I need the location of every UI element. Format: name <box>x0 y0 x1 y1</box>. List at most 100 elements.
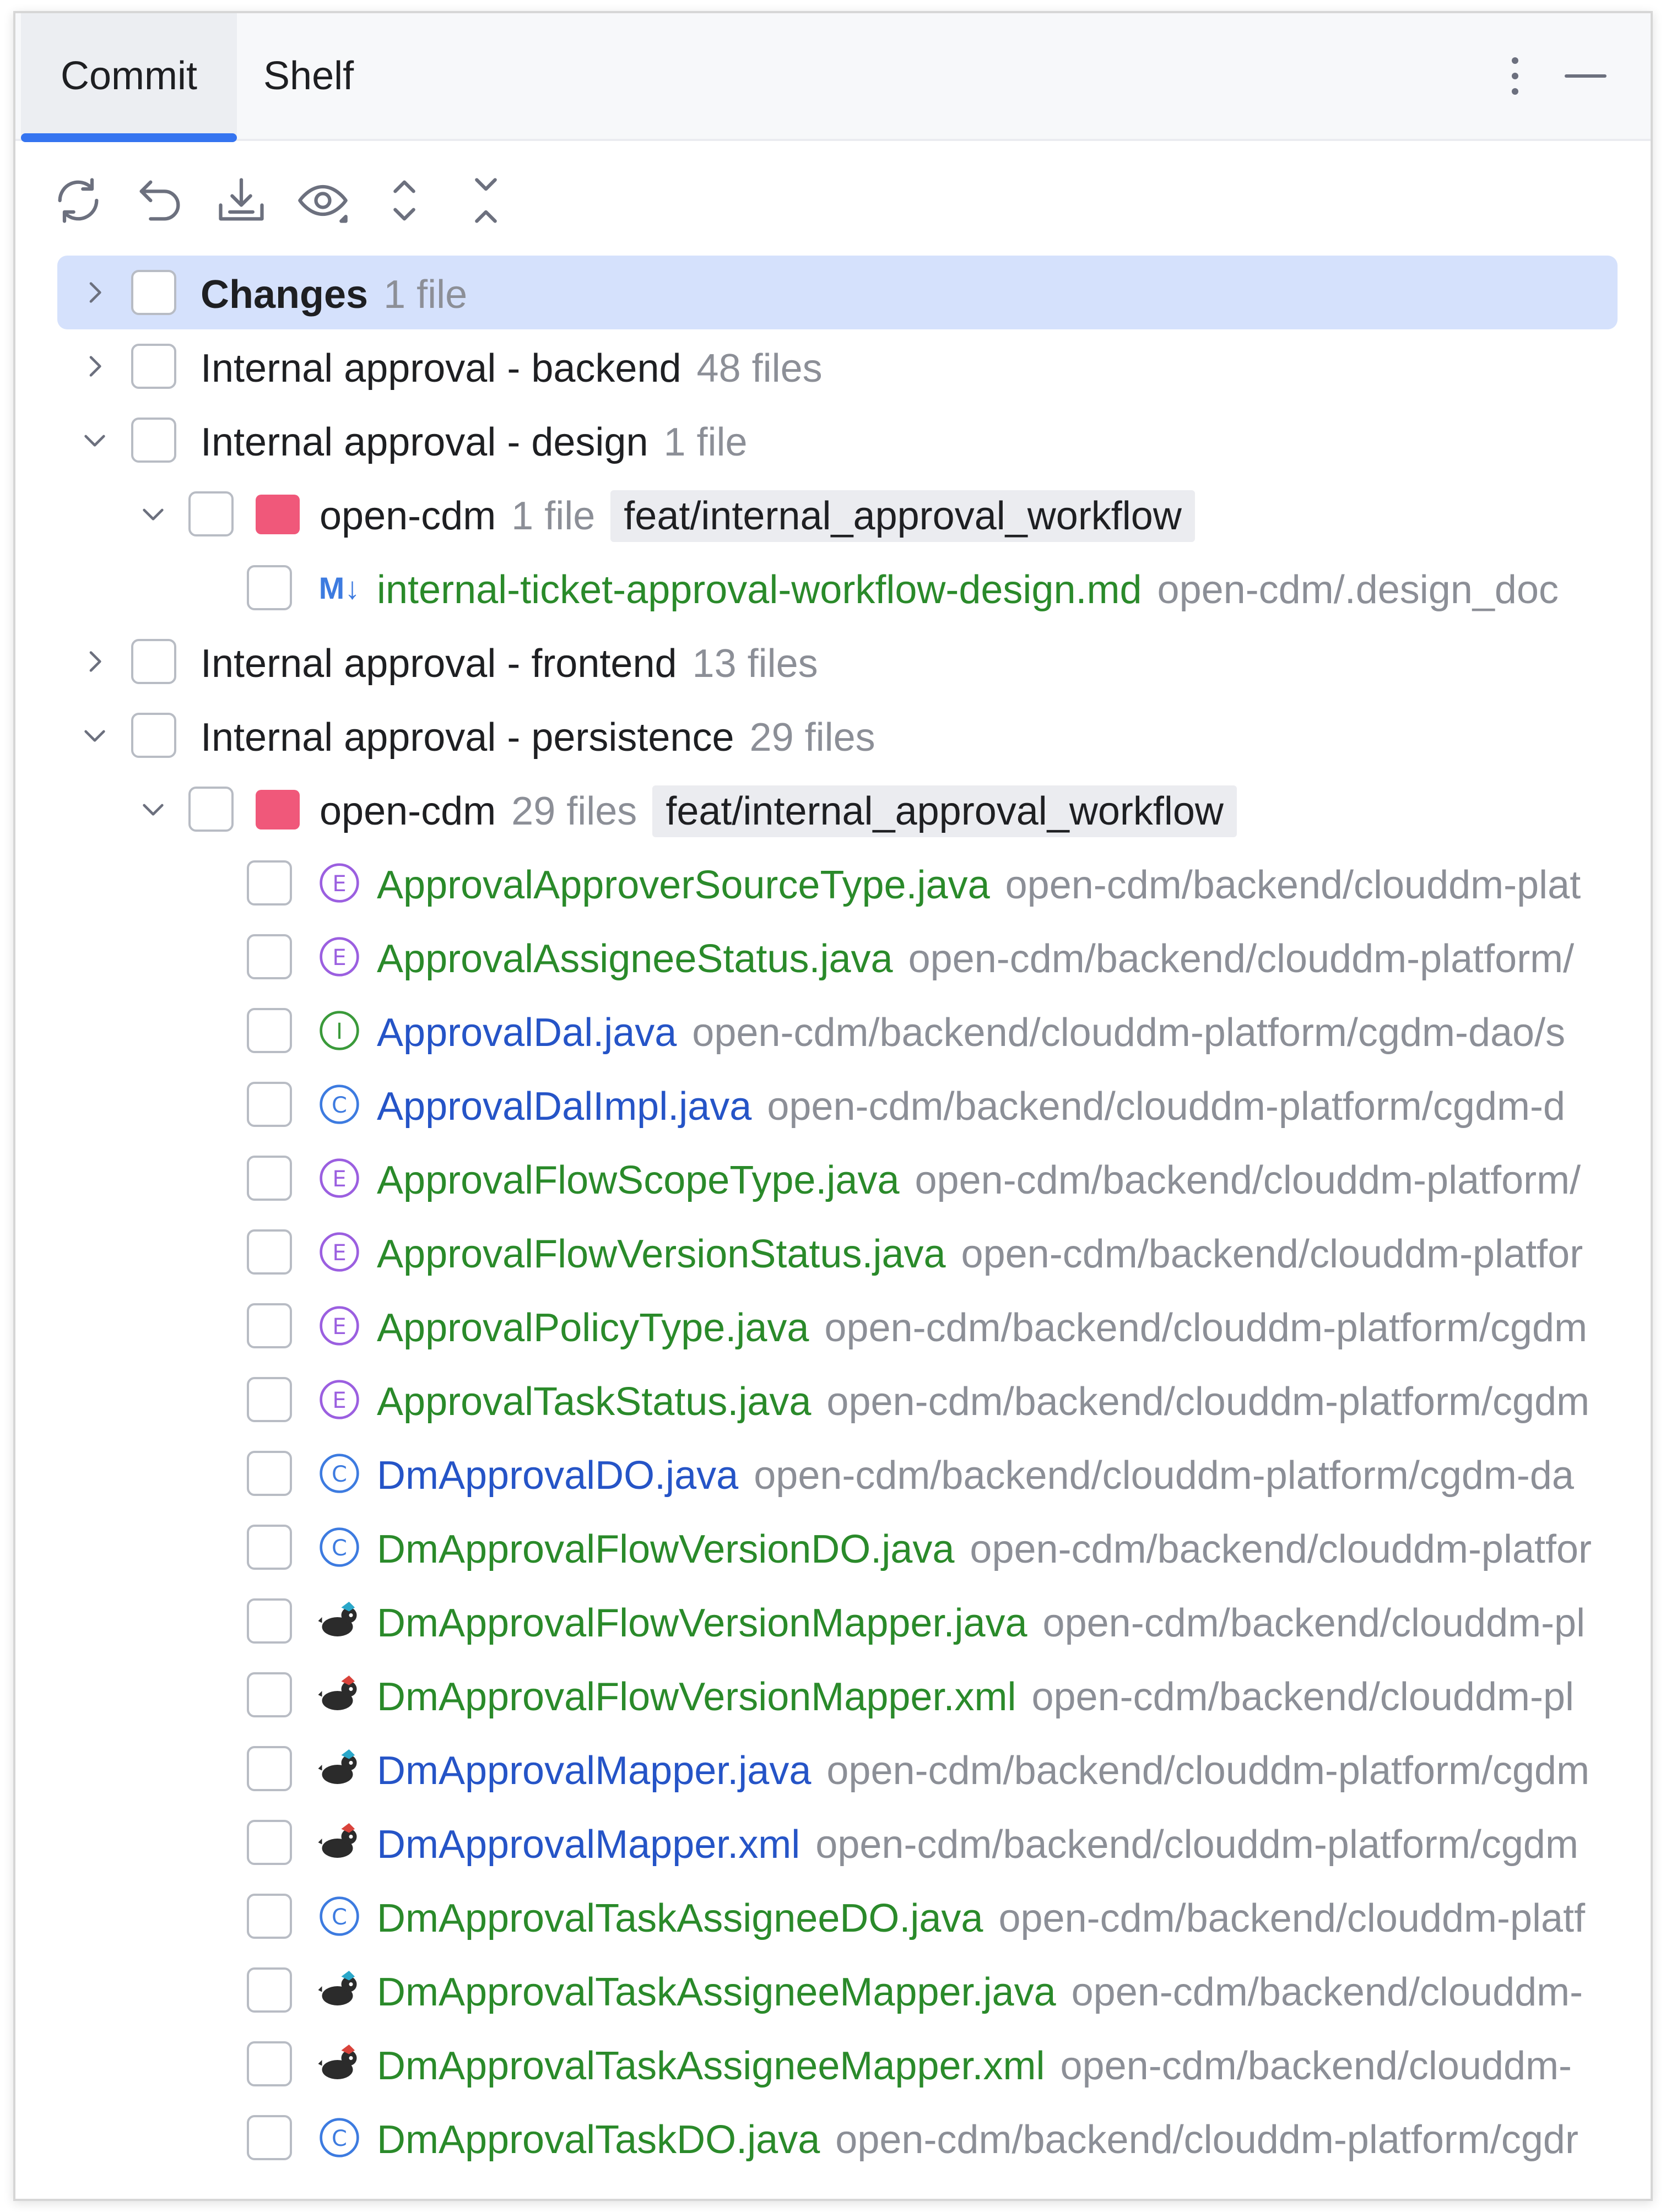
svg-text:E: E <box>332 1167 346 1192</box>
checkbox[interactable] <box>247 1598 292 1644</box>
view-options-icon[interactable] <box>293 171 353 230</box>
change-list-row[interactable]: Internal approval - persistence 29 files <box>15 698 1651 772</box>
file-label: DmApprovalTaskAssigneeDO.java open-cdm/ba… <box>377 1896 1585 1941</box>
checkbox[interactable] <box>247 1082 292 1127</box>
minimize-icon[interactable] <box>1565 74 1606 78</box>
file-row[interactable]: C DmApprovalTaskDO.java open-cdm/backend/c… <box>15 2101 1651 2175</box>
checkbox[interactable] <box>247 934 292 979</box>
file-row[interactable]: E ApprovalAssigneeStatus.java open-cdm/bac… <box>15 920 1651 994</box>
checkbox[interactable] <box>247 1377 292 1422</box>
file-row[interactable]: E ApprovalFlowVersionStatus.java open-cdm/… <box>15 1215 1651 1289</box>
class-icon: C <box>316 1893 363 1939</box>
expand-all-icon[interactable] <box>375 171 434 230</box>
svg-text:E: E <box>332 1314 346 1340</box>
change-list-row[interactable]: Internal approval - design 1 file <box>15 403 1651 477</box>
file-row[interactable]: DmApprovalMapper.xml open-cdm/backend/clo… <box>15 1806 1651 1879</box>
chevron-down-icon[interactable] <box>137 497 170 530</box>
tab-commit[interactable]: Commit <box>21 13 237 142</box>
file-label: ApprovalApproverSourceType.java open-cdm/… <box>377 863 1581 908</box>
file-name: ApprovalFlowScopeType.java <box>377 1158 900 1202</box>
file-row[interactable]: C DmApprovalDO.java open-cdm/backend/cloud… <box>15 1436 1651 1510</box>
checkbox[interactable] <box>247 1451 292 1496</box>
repository-name: open-cdm <box>320 789 496 833</box>
file-row[interactable]: DmApprovalTaskAssigneeMapper.java open-cd… <box>15 1953 1651 2027</box>
file-row[interactable]: E ApprovalPolicyType.java open-cdm/backend… <box>15 1289 1651 1363</box>
chevron-right-icon[interactable] <box>78 350 111 383</box>
checkbox[interactable] <box>131 639 176 684</box>
file-row[interactable]: DmApprovalFlowVersionMapper.xml open-cdm/… <box>15 1658 1651 1732</box>
file-count: 13 files <box>692 642 818 686</box>
file-row[interactable]: DmApprovalMapper.java open-cdm/backend/cl… <box>15 1732 1651 1806</box>
chevron-down-icon[interactable] <box>78 719 111 752</box>
checkbox[interactable] <box>131 344 176 389</box>
checkbox[interactable] <box>247 1008 292 1053</box>
checkbox[interactable] <box>247 860 292 906</box>
file-path: open-cdm/backend/clouddm-platform/cgdm <box>815 1823 1578 1867</box>
chevron-down-icon[interactable] <box>78 424 111 457</box>
checkbox[interactable] <box>247 1229 292 1275</box>
file-row[interactable]: DmApprovalTaskAssigneeMapper.xml open-cdm… <box>15 2027 1651 2101</box>
file-row[interactable]: E ApprovalTaskStatus.java open-cdm/backend… <box>15 1363 1651 1436</box>
checkbox[interactable] <box>188 787 234 832</box>
file-count: 1 file <box>511 494 596 538</box>
more-options-icon[interactable] <box>1499 48 1532 104</box>
checkbox[interactable] <box>247 1672 292 1717</box>
checkbox[interactable] <box>247 1156 292 1201</box>
tab-commit-label: Commit <box>61 54 197 98</box>
repository-row[interactable]: open-cdm 1 file feat/internal_approval_wor… <box>15 477 1651 551</box>
file-count: 29 files <box>749 715 875 760</box>
change-list-name: Internal approval - backend <box>201 346 681 391</box>
checkbox[interactable] <box>247 1894 292 1939</box>
file-label: DmApprovalTaskAssigneeMapper.xml open-cdm… <box>377 2043 1572 2089</box>
change-list-row[interactable]: Internal approval - backend 48 files <box>15 329 1651 403</box>
file-label: DmApprovalTaskDO.java open-cdm/backend/cl… <box>377 2117 1578 2162</box>
mybatis-xml-icon <box>316 1819 363 1866</box>
change-list-name: Internal approval - persistence <box>201 715 734 760</box>
change-list-row[interactable]: Internal approval - frontend 13 files <box>15 625 1651 698</box>
checkbox[interactable] <box>247 1967 292 2013</box>
tab-shelf[interactable]: Shelf <box>263 13 396 139</box>
changes-toolbar <box>48 162 516 239</box>
file-row[interactable]: E ApprovalApproverSourceType.java open-cdm… <box>15 846 1651 920</box>
file-count: 1 file <box>663 420 748 464</box>
repository-row[interactable]: open-cdm 29 files feat/internal_approval_w… <box>15 772 1651 846</box>
checkbox[interactable] <box>247 1525 292 1570</box>
svg-text:C: C <box>332 1093 347 1118</box>
file-row[interactable]: C DmApprovalFlowVersionDO.java open-cdm/ba… <box>15 1510 1651 1584</box>
checkbox[interactable] <box>247 565 292 610</box>
enum-icon: E <box>316 1376 363 1423</box>
checkbox[interactable] <box>247 2115 292 2160</box>
class-icon: C <box>316 1450 363 1497</box>
file-row[interactable]: E ApprovalFlowScopeType.java open-cdm/back… <box>15 1141 1651 1215</box>
checkbox[interactable] <box>247 1746 292 1791</box>
file-row[interactable]: C DmApprovalTaskAssigneeDO.java open-cdm/b… <box>15 1879 1651 1953</box>
file-row[interactable]: I ApprovalDal.java open-cdm/backend/cloudd… <box>15 994 1651 1067</box>
collapse-all-icon[interactable] <box>456 171 516 230</box>
file-row[interactable]: DmApprovalFlowVersionMapper.java open-cdm… <box>15 1584 1651 1658</box>
change-list-name: Internal approval - frontend <box>201 642 677 686</box>
checkbox[interactable] <box>247 1820 292 1865</box>
change-list-row[interactable]: Changes 1 file <box>15 256 1651 329</box>
checkbox[interactable] <box>131 713 176 758</box>
file-label: ApprovalDal.java open-cdm/backend/clouddm… <box>377 1010 1565 1055</box>
svg-text:E: E <box>332 945 346 971</box>
chevron-down-icon[interactable] <box>137 793 170 826</box>
checkbox[interactable] <box>247 1303 292 1348</box>
checkbox[interactable] <box>131 270 176 315</box>
file-path: open-cdm/backend/clouddm-platform/cgdm-d… <box>754 1454 1574 1498</box>
refresh-icon[interactable] <box>48 171 108 230</box>
checkbox[interactable] <box>188 491 234 536</box>
file-path: open-cdm/backend/clouddm-platform/ <box>908 937 1575 981</box>
checkbox[interactable] <box>247 2041 292 2086</box>
chevron-right-icon[interactable] <box>78 645 111 678</box>
file-row[interactable]: M↓ internal-ticket-approval-workflow-desi… <box>15 551 1651 625</box>
chevron-right-icon[interactable] <box>78 276 111 309</box>
shelve-icon[interactable] <box>212 171 271 230</box>
file-label: ApprovalAssigneeStatus.java open-cdm/back… <box>377 936 1574 982</box>
file-name: DmApprovalTaskAssigneeMapper.xml <box>377 2044 1045 2088</box>
file-label: DmApprovalTaskAssigneeMapper.java open-cd… <box>377 1970 1583 2015</box>
enum-icon: E <box>316 934 363 980</box>
file-row[interactable]: C ApprovalDalImpl.java open-cdm/backend/cl… <box>15 1067 1651 1141</box>
checkbox[interactable] <box>131 418 176 463</box>
rollback-icon[interactable] <box>130 171 190 230</box>
